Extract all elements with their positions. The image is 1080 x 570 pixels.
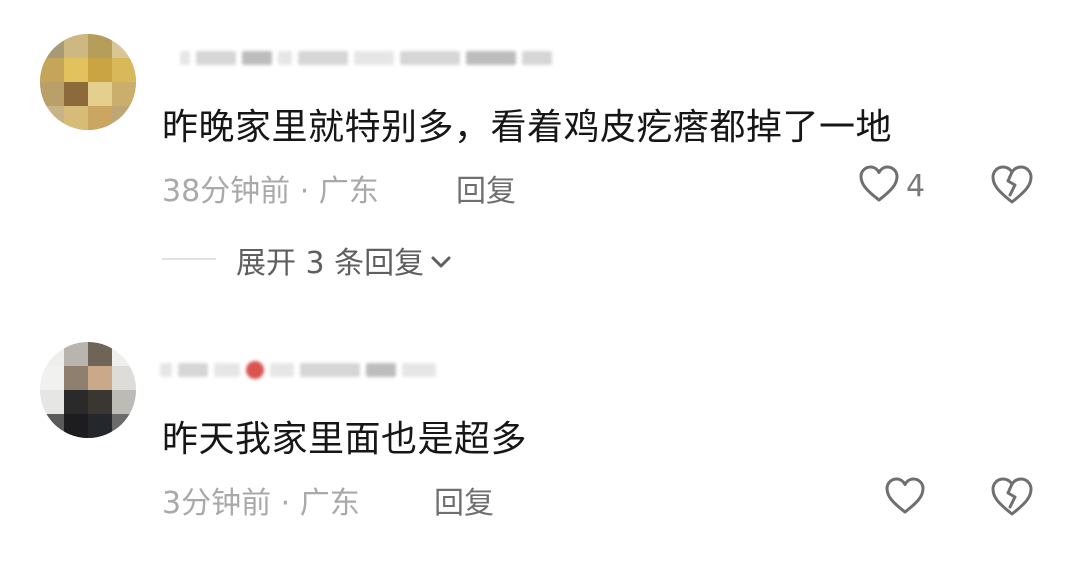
like-button[interactable]: 4 xyxy=(858,164,925,208)
like-button[interactable] xyxy=(884,476,932,520)
expand-divider xyxy=(162,258,216,260)
broken-heart-icon xyxy=(990,165,1034,210)
comment-item: 昨天我家里面也是超多 3分钟前 · 广东 回复 xyxy=(0,300,1080,570)
dislike-button[interactable] xyxy=(990,164,1034,210)
comment-item: 昨晚家里就特别多，看着鸡皮疙瘩都掉了一地 38分钟前 · 广东 回复 4 展开 … xyxy=(0,0,1080,300)
comment-text: 昨晚家里就特别多，看着鸡皮疙瘩都掉了一地 xyxy=(162,107,893,148)
heart-outline-icon xyxy=(858,164,900,208)
reply-button[interactable]: 回复 xyxy=(434,478,494,522)
avatar[interactable] xyxy=(40,342,136,438)
broken-heart-icon xyxy=(990,477,1034,522)
username-blurred[interactable] xyxy=(160,352,442,388)
expand-replies-label: 展开 3 条回复 xyxy=(236,246,425,281)
username-blurred[interactable] xyxy=(180,40,558,76)
reply-button[interactable]: 回复 xyxy=(456,166,516,210)
comment-time-location: 38分钟前 · 广东 xyxy=(162,174,379,209)
expand-replies-button[interactable]: 展开 3 条回复 xyxy=(236,238,452,282)
comment-text: 昨天我家里面也是超多 xyxy=(162,419,528,460)
dislike-button[interactable] xyxy=(990,476,1034,522)
chevron-down-icon xyxy=(424,243,452,278)
like-count: 4 xyxy=(906,168,926,204)
heart-outline-icon xyxy=(884,476,926,520)
avatar[interactable] xyxy=(40,34,136,130)
comment-time-location: 3分钟前 · 广东 xyxy=(162,486,360,521)
